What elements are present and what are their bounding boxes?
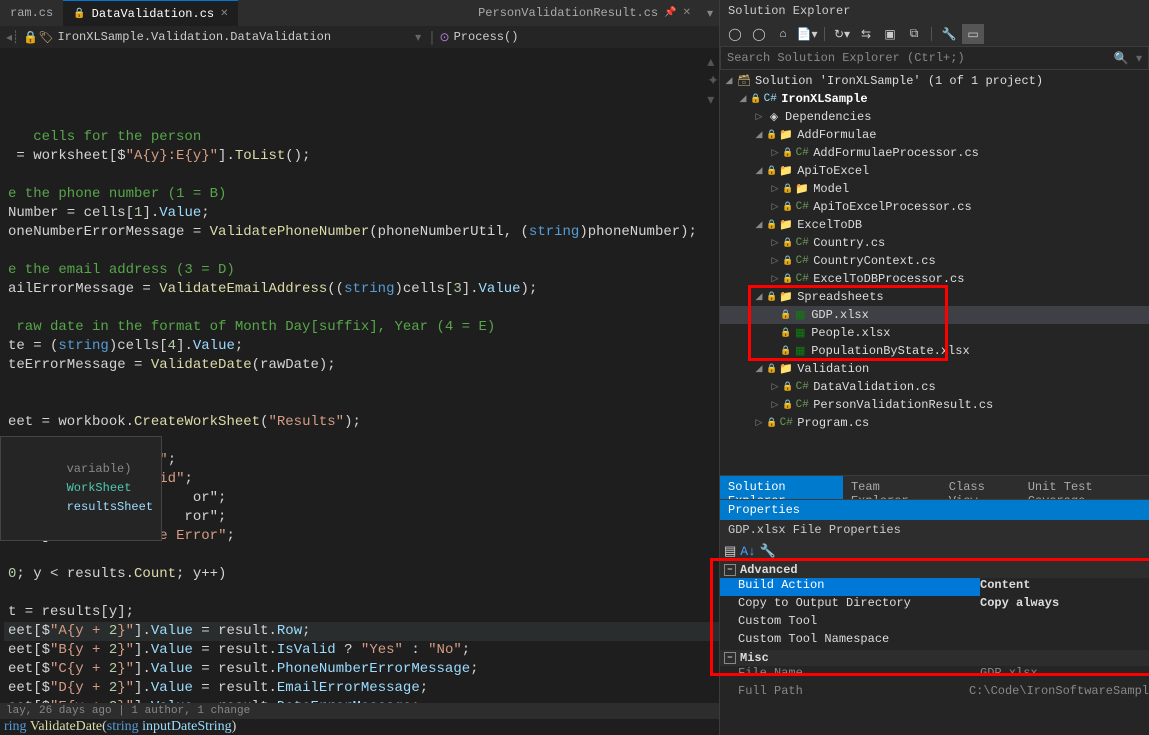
refresh-icon[interactable]: ↻▾ xyxy=(831,24,853,44)
file-addformulaeprocessor[interactable]: ▷🔒C#AddFormulaeProcessor.cs xyxy=(720,144,1149,162)
back-icon[interactable]: ◯ xyxy=(724,24,746,44)
intellisense-tooltip: variable) WorkSheet resultsSheet xyxy=(0,436,162,541)
dependencies-node[interactable]: ▷◈Dependencies xyxy=(720,108,1149,126)
code-line-partial: ring ValidateDate(string inputDateString… xyxy=(0,719,719,735)
forward-icon[interactable]: ◯ xyxy=(748,24,770,44)
properties-grid[interactable]: −Advanced Build Action Content Copy to O… xyxy=(720,562,1149,735)
prop-full-path[interactable]: Full Path C:\Code\IronSoftwareSampl xyxy=(720,684,1149,702)
folder-apitoexcel[interactable]: ◢🔒📁ApiToExcel xyxy=(720,162,1149,180)
split-handle-icon[interactable]: ▴✦▾ xyxy=(707,54,719,111)
annotation-highlight-spreadsheets xyxy=(748,285,948,361)
preview-icon[interactable]: ▭ xyxy=(962,24,984,44)
file-personvalidation[interactable]: ▷🔒C#PersonValidationResult.cs xyxy=(720,396,1149,414)
solution-tree[interactable]: ◢🗃Solution 'IronXLSample' (1 of 1 projec… xyxy=(720,70,1149,475)
properties-panel: Properties GDP.xlsx File Properties ▤ A↓… xyxy=(720,499,1149,735)
project-node[interactable]: ◢🔒C#IronXLSample xyxy=(720,90,1149,108)
copy-icon[interactable]: ⧉ xyxy=(903,24,925,44)
file-datavalidation[interactable]: ▷🔒C#DataValidation.cs xyxy=(720,378,1149,396)
sort-icon[interactable]: A↓ xyxy=(740,544,756,559)
file-program[interactable]: ▷🔒C#Program.cs xyxy=(720,414,1149,432)
sync-icon[interactable]: 📄▾ xyxy=(796,24,818,44)
home-icon[interactable]: ⌂ xyxy=(772,24,794,44)
solution-node[interactable]: ◢🗃Solution 'IronXLSample' (1 of 1 projec… xyxy=(720,72,1149,90)
lock-icon: 🔒 xyxy=(73,8,85,20)
tab-datavalidation[interactable]: 🔒 DataValidation.cs ✕ xyxy=(63,0,238,26)
solution-search-input[interactable]: Search Solution Explorer (Ctrl+;) 🔍 ▾ xyxy=(720,46,1149,70)
file-country[interactable]: ▷🔒C#Country.cs xyxy=(720,234,1149,252)
breadcrumb-method[interactable]: ⊙ Process() xyxy=(440,30,519,45)
folder-validation[interactable]: ◢🔒📁Validation xyxy=(720,360,1149,378)
tab-program[interactable]: ram.cs xyxy=(0,0,63,26)
folder-model[interactable]: ▷🔒📁Model xyxy=(720,180,1149,198)
pin-icon[interactable]: 📌 xyxy=(664,7,676,19)
properties-subtitle: GDP.xlsx File Properties xyxy=(720,520,1149,540)
code-editor[interactable]: variable) WorkSheet resultsSheet ▴✦▾ cel… xyxy=(0,48,719,703)
tab-solution-explorer[interactable]: Solution Explorer xyxy=(720,476,843,499)
breadcrumb-namespace[interactable]: 🔒🏷 IronXLSample.Validation.DataValidatio… xyxy=(23,30,331,45)
tab-team-explorer[interactable]: Team Explorer xyxy=(843,476,941,499)
editor-tab-bar: ram.cs 🔒 DataValidation.cs ✕ PersonValid… xyxy=(0,0,719,26)
tab-class-view[interactable]: Class View xyxy=(941,476,1020,499)
properties-title: Properties xyxy=(720,500,1149,520)
file-apitoexcelprocessor[interactable]: ▷🔒C#ApiToExcelProcessor.cs xyxy=(720,198,1149,216)
collapse-icon[interactable]: ⇆ xyxy=(855,24,877,44)
properties-icon[interactable]: 🔧 xyxy=(938,24,960,44)
tab-personvalidation[interactable]: PersonValidationResult.cs 📌 ✕ xyxy=(468,0,701,26)
folder-addformulae[interactable]: ◢🔒📁AddFormulae xyxy=(720,126,1149,144)
close-icon[interactable]: ✕ xyxy=(220,8,228,20)
close-icon[interactable]: ✕ xyxy=(683,7,691,19)
tab-unit-test[interactable]: Unit Test Coverage xyxy=(1020,476,1149,499)
panel-tab-bar: Solution Explorer Team Explorer Class Vi… xyxy=(720,475,1149,499)
breadcrumb-bar: ◂┊ 🔒🏷 IronXLSample.Validation.DataValida… xyxy=(0,26,719,48)
folder-exceltodb[interactable]: ◢🔒📁ExcelToDB xyxy=(720,216,1149,234)
categorize-icon[interactable]: ▤ xyxy=(724,544,736,559)
dropdown-icon[interactable]: ▾ xyxy=(701,6,719,21)
solution-explorer-title: Solution Explorer xyxy=(720,0,1149,22)
file-countrycontext[interactable]: ▷🔒C#CountryContext.cs xyxy=(720,252,1149,270)
codelens-status: lay, 26 days ago | 1 author, 1 change xyxy=(0,703,719,719)
show-all-icon[interactable]: ▣ xyxy=(879,24,901,44)
annotation-highlight-properties xyxy=(710,558,1149,676)
props-wrench-icon[interactable]: 🔧 xyxy=(760,544,776,559)
solution-explorer-toolbar: ◯ ◯ ⌂ 📄▾ ↻▾ ⇆ ▣ ⧉ 🔧 ▭ xyxy=(720,22,1149,46)
